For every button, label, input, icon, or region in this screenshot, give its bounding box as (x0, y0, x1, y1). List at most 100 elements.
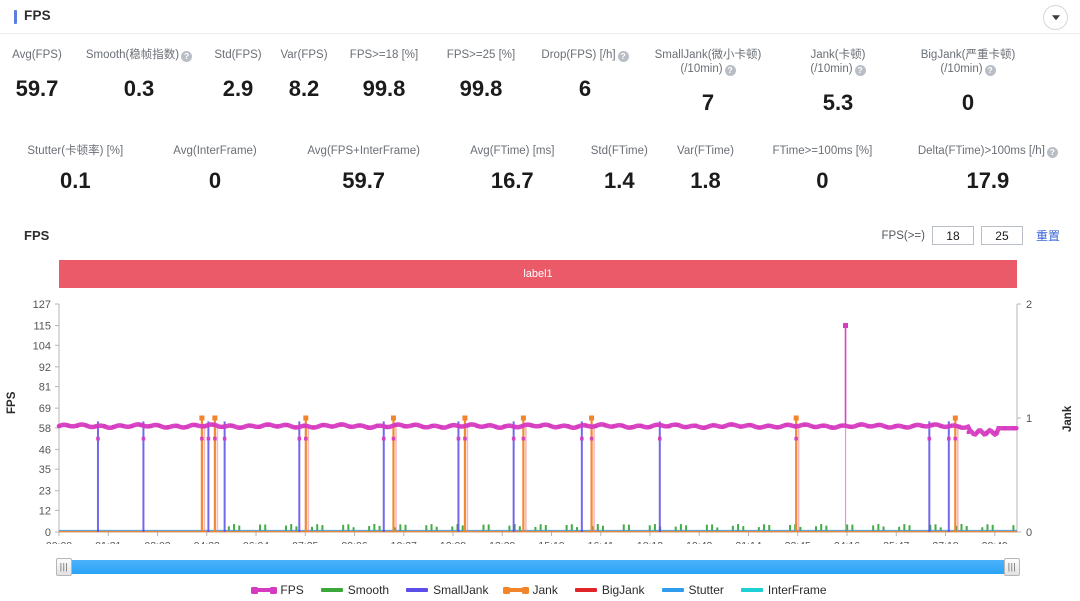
svg-text:92: 92 (39, 362, 51, 374)
chart-legend: FPS Smooth SmallJank Jank BigJank Stutter Inte… (0, 580, 1080, 600)
metric-cell: Delta(FTime)>100ms [/h]? 17.9 (896, 144, 1080, 194)
slider-track[interactable] (59, 560, 1017, 574)
metric-label: (/10min)? (810, 62, 866, 76)
fps-max-input[interactable] (980, 226, 1023, 245)
help-icon[interactable]: ? (1046, 147, 1058, 158)
metric-value: 5.3 (822, 90, 854, 115)
metric-label-text: Delta(FTime)>100ms [/h] (917, 145, 1045, 157)
metric-label-text: Avg(FTime) [ms] (470, 145, 555, 157)
svg-text:58: 58 (39, 423, 51, 435)
metric-cell: Var(FPS) 8.2 (272, 48, 336, 102)
metric-cell: Avg(FTime) [ms] 16.7 (448, 144, 577, 194)
metric-label-text: FTime>=100ms [%] (772, 145, 873, 157)
metric-value: 2.9 (222, 76, 254, 101)
svg-text:12: 12 (39, 505, 51, 517)
svg-text:35: 35 (39, 464, 51, 476)
metric-label: Var(FPS) (280, 48, 327, 62)
legend-swatch-icon (406, 588, 429, 592)
metric-label: Avg(FPS+InterFrame) (307, 144, 420, 158)
legend-swatch-icon (574, 588, 597, 592)
metric-value: 8.2 (288, 76, 320, 101)
metric-cell: Var(FTime) 1.8 (662, 144, 749, 194)
metric-label: Stutter(卡顿率) [%] (27, 144, 123, 158)
metric-value: 17.9 (966, 168, 1010, 193)
svg-text:28:49: 28:49 (982, 540, 1008, 544)
slider-handle-left[interactable]: ||| (56, 558, 72, 576)
legend-item[interactable]: SmallJank (406, 583, 488, 597)
svg-text:0: 0 (45, 527, 51, 539)
metric-label: Avg(FTime) [ms] (470, 144, 554, 158)
legend-item[interactable]: InterFrame (740, 583, 827, 597)
metric-label: Delta(FTime)>100ms [/h]? (918, 144, 1058, 158)
metric-label: SmallJank(微小卡顿) (654, 49, 762, 61)
svg-text:104: 104 (33, 340, 51, 352)
help-icon[interactable]: ? (617, 51, 629, 62)
metric-cell: FTime>=100ms [%] 0 (749, 144, 896, 194)
time-range-slider[interactable]: ||| ||| (56, 558, 1020, 576)
legend-label: Smooth (347, 583, 390, 597)
svg-text:2: 2 (1026, 299, 1032, 311)
svg-text:115: 115 (33, 321, 51, 333)
legend-swatch-icon (740, 588, 763, 592)
metric-label: Smooth(稳帧指数)? (86, 48, 193, 62)
legend-label: InterFrame (767, 583, 827, 597)
metric-value: 99.8 (362, 76, 406, 101)
metric-cell: Avg(FPS+InterFrame) 59.7 (279, 144, 447, 194)
collapse-toggle-button[interactable] (1043, 5, 1068, 30)
slider-handle-right[interactable]: ||| (1004, 558, 1020, 576)
svg-text:03:02: 03:02 (144, 540, 170, 544)
legend-item[interactable]: Jank (503, 583, 558, 597)
metric-value: 7 (701, 90, 715, 115)
chart-plot-area[interactable]: 0122335465869819210411512701200:0001:310… (0, 296, 1080, 552)
legend-swatch-icon (251, 586, 278, 594)
legend-item[interactable]: Stutter (661, 583, 724, 597)
panel-header: FPS (0, 0, 1080, 34)
svg-text:24:16: 24:16 (834, 540, 860, 544)
fps-threshold-controls: FPS(>=) 重置 (882, 226, 1060, 245)
grip-icon: ||| (1007, 561, 1017, 572)
metric-label-text: Std(FTime) (590, 145, 648, 157)
metric-cell: SmallJank(微小卡顿) (/10min)? 7 (640, 48, 776, 116)
metric-value: 1.4 (603, 168, 635, 193)
metrics-row-primary: Avg(FPS) 59.7 Smooth(稳帧指数)? 0.3 Std(FPS) 2.9 V… (0, 48, 1080, 144)
metric-label: FTime>=100ms [%] (772, 144, 872, 158)
svg-text:01:31: 01:31 (95, 540, 121, 544)
help-icon[interactable]: ? (854, 65, 866, 76)
svg-text:25:47: 25:47 (883, 540, 909, 544)
grip-icon: ||| (59, 561, 69, 572)
metric-label-text: Avg(InterFrame) (173, 145, 257, 157)
svg-text:0: 0 (1026, 527, 1032, 539)
metric-cell: FPS>=25 [%] 99.8 (432, 48, 530, 102)
svg-text:46: 46 (39, 444, 51, 456)
legend-item[interactable]: FPS (251, 583, 304, 597)
metric-value: 0 (208, 168, 222, 193)
help-icon[interactable]: ? (181, 51, 193, 62)
metrics-row-secondary: Stutter(卡顿率) [%] 0.1 Avg(InterFrame) 0 Avg(F… (0, 144, 1080, 214)
svg-text:04:33: 04:33 (194, 540, 220, 544)
metric-value: 59.7 (15, 76, 59, 101)
metric-label-text: Avg(FPS) (12, 49, 62, 61)
reset-button[interactable]: 重置 (1036, 227, 1060, 244)
header-accent-bar (14, 10, 17, 24)
metric-cell: Avg(InterFrame) 0 (151, 144, 280, 194)
metrics-summary: Avg(FPS) 59.7 Smooth(稳帧指数)? 0.3 Std(FPS) 2.9 V… (0, 48, 1080, 214)
help-icon[interactable]: ? (724, 65, 736, 76)
svg-text:07:35: 07:35 (292, 540, 318, 544)
scene-label-text: label1 (523, 268, 553, 280)
metric-cell: Std(FTime) 1.4 (577, 144, 662, 194)
svg-text:69: 69 (39, 403, 51, 415)
legend-label: FPS (280, 583, 304, 597)
legend-item[interactable]: BigJank (574, 583, 645, 597)
legend-item[interactable]: Smooth (320, 583, 390, 597)
chart-title: FPS (24, 228, 50, 243)
metric-cell: Stutter(卡顿率) [%] 0.1 (0, 144, 151, 194)
metric-value: 99.8 (459, 76, 503, 101)
metric-label-text: Var(FTime) (677, 145, 734, 157)
fps-min-input[interactable] (931, 226, 974, 245)
metric-cell: Jank(卡顿) (/10min)? 5.3 (776, 48, 900, 116)
svg-text:19:43: 19:43 (686, 540, 712, 544)
scene-label-band[interactable]: label1 (59, 260, 1017, 288)
page-title: FPS (24, 8, 51, 23)
help-icon[interactable]: ? (984, 65, 996, 76)
metric-label-line2: (/10min) (940, 63, 983, 75)
